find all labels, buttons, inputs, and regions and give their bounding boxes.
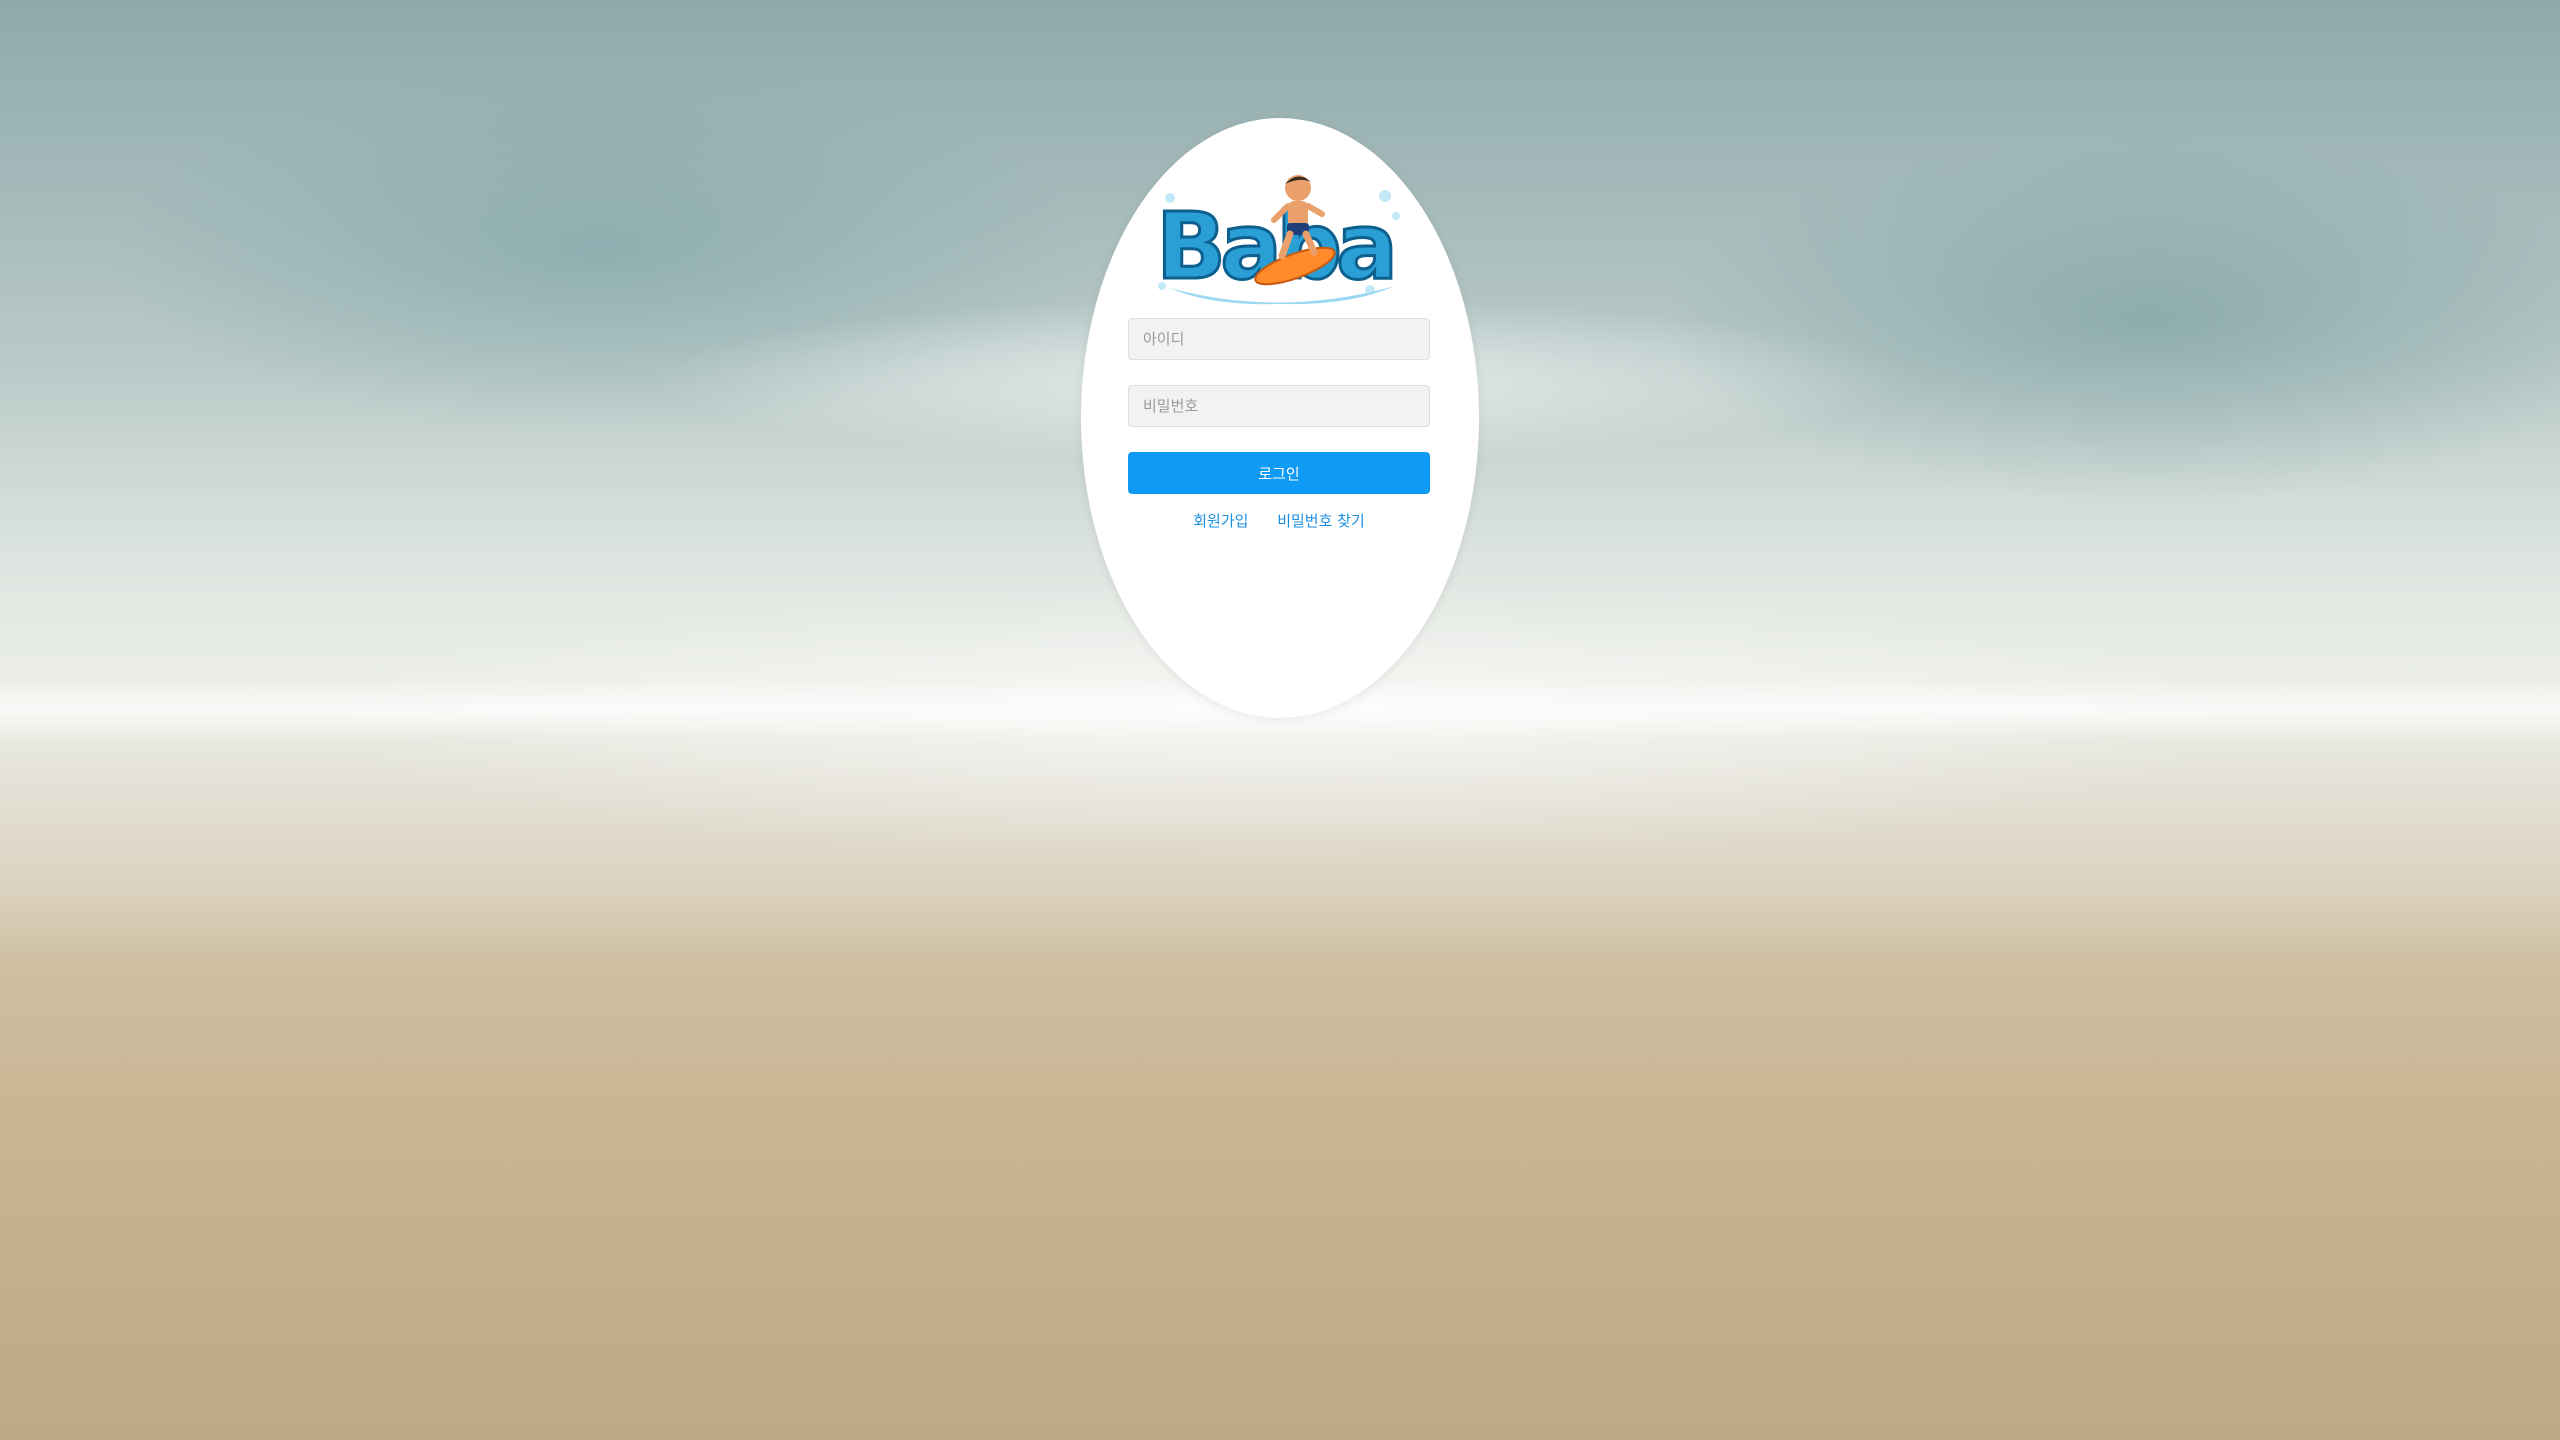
account-links: 회원가입 비밀번호 찾기 [1128, 510, 1430, 531]
login-button[interactable]: 로그인 [1128, 452, 1430, 494]
password-input[interactable] [1128, 385, 1430, 427]
baba-logo: Baba [1155, 175, 1400, 305]
signup-link[interactable]: 회원가입 [1193, 512, 1248, 530]
id-input[interactable] [1128, 318, 1430, 360]
find-password-link[interactable]: 비밀번호 찾기 [1277, 512, 1365, 530]
